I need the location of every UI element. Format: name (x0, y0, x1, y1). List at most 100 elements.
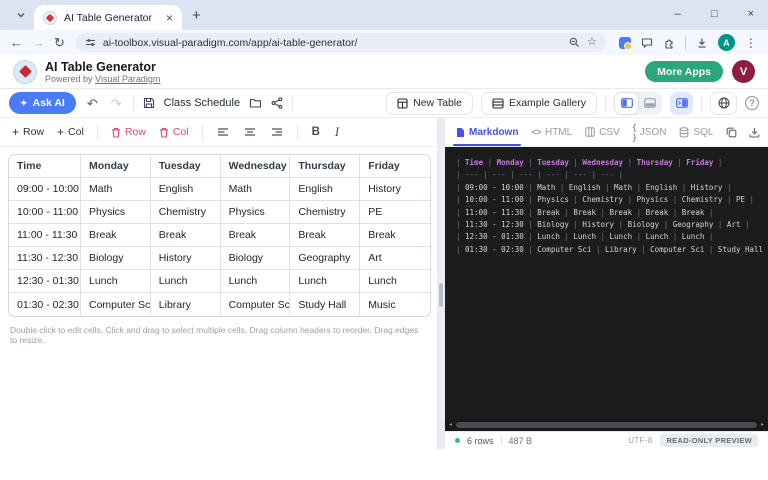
table-cell[interactable]: Computer Sci (221, 293, 291, 316)
table-cell[interactable]: Lunch (290, 270, 360, 293)
scrollbar-thumb[interactable] (456, 422, 757, 428)
downloads-icon[interactable] (696, 37, 708, 49)
table-cell[interactable]: Biology (81, 247, 151, 270)
table-cell[interactable]: Chemistry (151, 201, 221, 224)
align-right-button[interactable] (270, 127, 284, 137)
tab-search-button[interactable] (10, 4, 32, 26)
download-button[interactable] (749, 127, 760, 138)
scroll-right-icon[interactable]: ▸ (761, 422, 764, 428)
visual-paradigm-link[interactable]: Visual Paradigm (95, 74, 160, 84)
undo-button[interactable]: ↶ (85, 97, 100, 110)
table-cell[interactable]: Break (151, 224, 221, 247)
table-cell[interactable]: 01:30 - 02:30 (9, 293, 81, 316)
column-header[interactable]: Thursday (290, 155, 360, 178)
browser-profile-avatar[interactable]: A (718, 34, 735, 51)
align-center-button[interactable] (243, 127, 257, 137)
table-cell[interactable]: Break (81, 224, 151, 247)
save-icon[interactable] (143, 97, 155, 109)
back-button[interactable]: ← (10, 36, 23, 49)
align-left-button[interactable] (216, 127, 230, 137)
ask-ai-button[interactable]: ✦ Ask AI (9, 92, 76, 114)
side-panel-comment-icon[interactable] (641, 37, 653, 49)
table-cell[interactable]: Break (221, 224, 291, 247)
table-cell[interactable]: History (360, 178, 430, 201)
table-cell[interactable]: Biology (221, 247, 291, 270)
table-cell[interactable]: 10:00 - 11:00 (9, 201, 81, 224)
open-folder-icon[interactable] (249, 97, 262, 109)
site-settings-icon[interactable] (85, 37, 96, 48)
example-gallery-button[interactable]: Example Gallery (481, 92, 597, 115)
italic-button[interactable]: I (334, 125, 340, 140)
scroll-left-icon[interactable]: ◂ (449, 422, 452, 428)
forward-button[interactable]: → (32, 36, 45, 49)
table-cell[interactable]: Break (360, 224, 430, 247)
close-button[interactable]: × (748, 8, 754, 20)
column-header[interactable]: Tuesday (151, 155, 221, 178)
resize-handle[interactable] (439, 283, 443, 307)
table-cell[interactable]: 09:00 - 10:00 (9, 178, 81, 201)
share-icon[interactable] (271, 97, 283, 109)
user-avatar[interactable]: V (732, 60, 755, 83)
horizontal-scrollbar[interactable]: ◂ ▸ (445, 419, 768, 431)
tab-markdown[interactable]: Markdown (456, 118, 518, 146)
table-cell[interactable]: Study Hall (290, 293, 360, 316)
table-cell[interactable]: 11:30 - 12:30 (9, 247, 81, 270)
table-cell[interactable]: Physics (221, 201, 291, 224)
table-cell[interactable]: 11:00 - 11:30 (9, 224, 81, 247)
maximize-button[interactable]: □ (711, 8, 718, 20)
layout-split-horizontal-button[interactable] (638, 93, 661, 114)
layout-right-panel-button[interactable] (670, 92, 693, 115)
table-cell[interactable]: English (151, 178, 221, 201)
extension-shortcut-icon[interactable] (619, 37, 631, 49)
column-header[interactable]: Time (9, 155, 81, 178)
tab-html[interactable]: <> HTML (531, 118, 572, 146)
address-bar[interactable]: ai-toolbox.visual-paradigm.com/app/ai-ta… (76, 33, 606, 52)
delete-column-button[interactable]: Col (159, 126, 189, 138)
table-cell[interactable]: Lunch (221, 270, 291, 293)
table-cell[interactable]: English (290, 178, 360, 201)
column-header[interactable]: Monday (81, 155, 151, 178)
table-cell[interactable]: Lunch (81, 270, 151, 293)
tab-close-icon[interactable]: × (166, 12, 173, 24)
minimize-button[interactable]: – (675, 8, 681, 20)
bookmark-star-icon[interactable]: ☆ (587, 37, 597, 48)
table-cell[interactable]: Geography (290, 247, 360, 270)
tab-sql[interactable]: SQL (679, 118, 713, 146)
tab-csv[interactable]: CSV (585, 118, 620, 146)
column-header[interactable]: Friday (360, 155, 430, 178)
table-cell[interactable]: Math (221, 178, 291, 201)
browser-tab[interactable]: AI Table Generator × (34, 5, 182, 30)
table-cell[interactable]: Lunch (151, 270, 221, 293)
delete-row-button[interactable]: Row (111, 126, 146, 138)
table-cell[interactable]: Library (151, 293, 221, 316)
zoom-indicator-icon[interactable] (569, 37, 580, 48)
reload-button[interactable]: ↻ (54, 36, 65, 49)
table-cell[interactable]: Math (81, 178, 151, 201)
table-cell[interactable]: Physics (81, 201, 151, 224)
table-cell[interactable]: Art (360, 247, 430, 270)
new-tab-button[interactable]: + (192, 8, 201, 23)
column-header[interactable]: Wednesday (221, 155, 291, 178)
document-name[interactable]: Class Schedule (164, 97, 240, 109)
extensions-puzzle-icon[interactable] (663, 37, 675, 49)
copy-button[interactable] (726, 127, 737, 138)
add-row-button[interactable]: +Row (12, 126, 44, 138)
help-icon[interactable]: ? (745, 96, 759, 110)
redo-button[interactable]: ↷ (109, 97, 124, 110)
bold-button[interactable]: B (311, 126, 321, 138)
table-cell[interactable]: Computer Sci (81, 293, 151, 316)
more-apps-button[interactable]: More Apps (645, 61, 723, 82)
table-cell[interactable]: PE (360, 201, 430, 224)
language-button[interactable] (710, 92, 737, 115)
table-cell[interactable]: Chemistry (290, 201, 360, 224)
add-column-button[interactable]: +Col (57, 126, 84, 138)
table-cell[interactable]: Music (360, 293, 430, 316)
panel-resize-gutter[interactable] (437, 118, 445, 449)
table-cell[interactable]: 12:30 - 01:30 (9, 270, 81, 293)
table-cell[interactable]: Break (290, 224, 360, 247)
tab-json[interactable]: { } JSON (633, 118, 667, 146)
table-cell[interactable]: History (151, 247, 221, 270)
browser-menu-icon[interactable]: ⋮ (745, 36, 757, 50)
table-cell[interactable]: Lunch (360, 270, 430, 293)
layout-split-vertical-button[interactable] (615, 93, 638, 114)
